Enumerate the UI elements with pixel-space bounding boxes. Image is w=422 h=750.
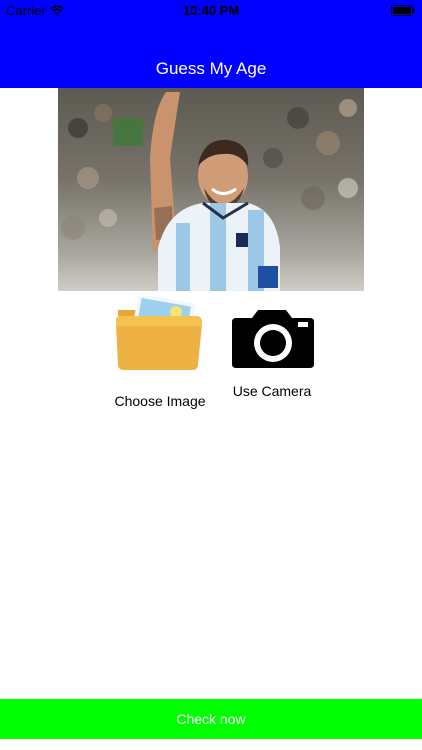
use-camera-button[interactable]: Use Camera (222, 296, 322, 399)
check-now-button[interactable]: Check now (0, 699, 422, 739)
status-bar: Carrier 10:40 PM (0, 0, 422, 22)
camera-icon (232, 310, 314, 368)
choose-image-button[interactable]: Choose Image (106, 293, 214, 409)
page-title: Guess My Age (155, 59, 267, 78)
status-time: 10:40 PM (182, 3, 240, 18)
header-bar: Carrier 10:40 PM Guess My Age (0, 0, 422, 88)
use-camera-label: Use Camera (232, 383, 312, 399)
selected-photo (58, 88, 364, 291)
folder-icon (116, 293, 202, 370)
battery-icon (391, 5, 415, 16)
photo-of-smiling-soccer-player (58, 88, 364, 291)
choose-image-label: Choose Image (114, 393, 206, 409)
image-source-options: Choose Image Use Camera (0, 293, 422, 416)
